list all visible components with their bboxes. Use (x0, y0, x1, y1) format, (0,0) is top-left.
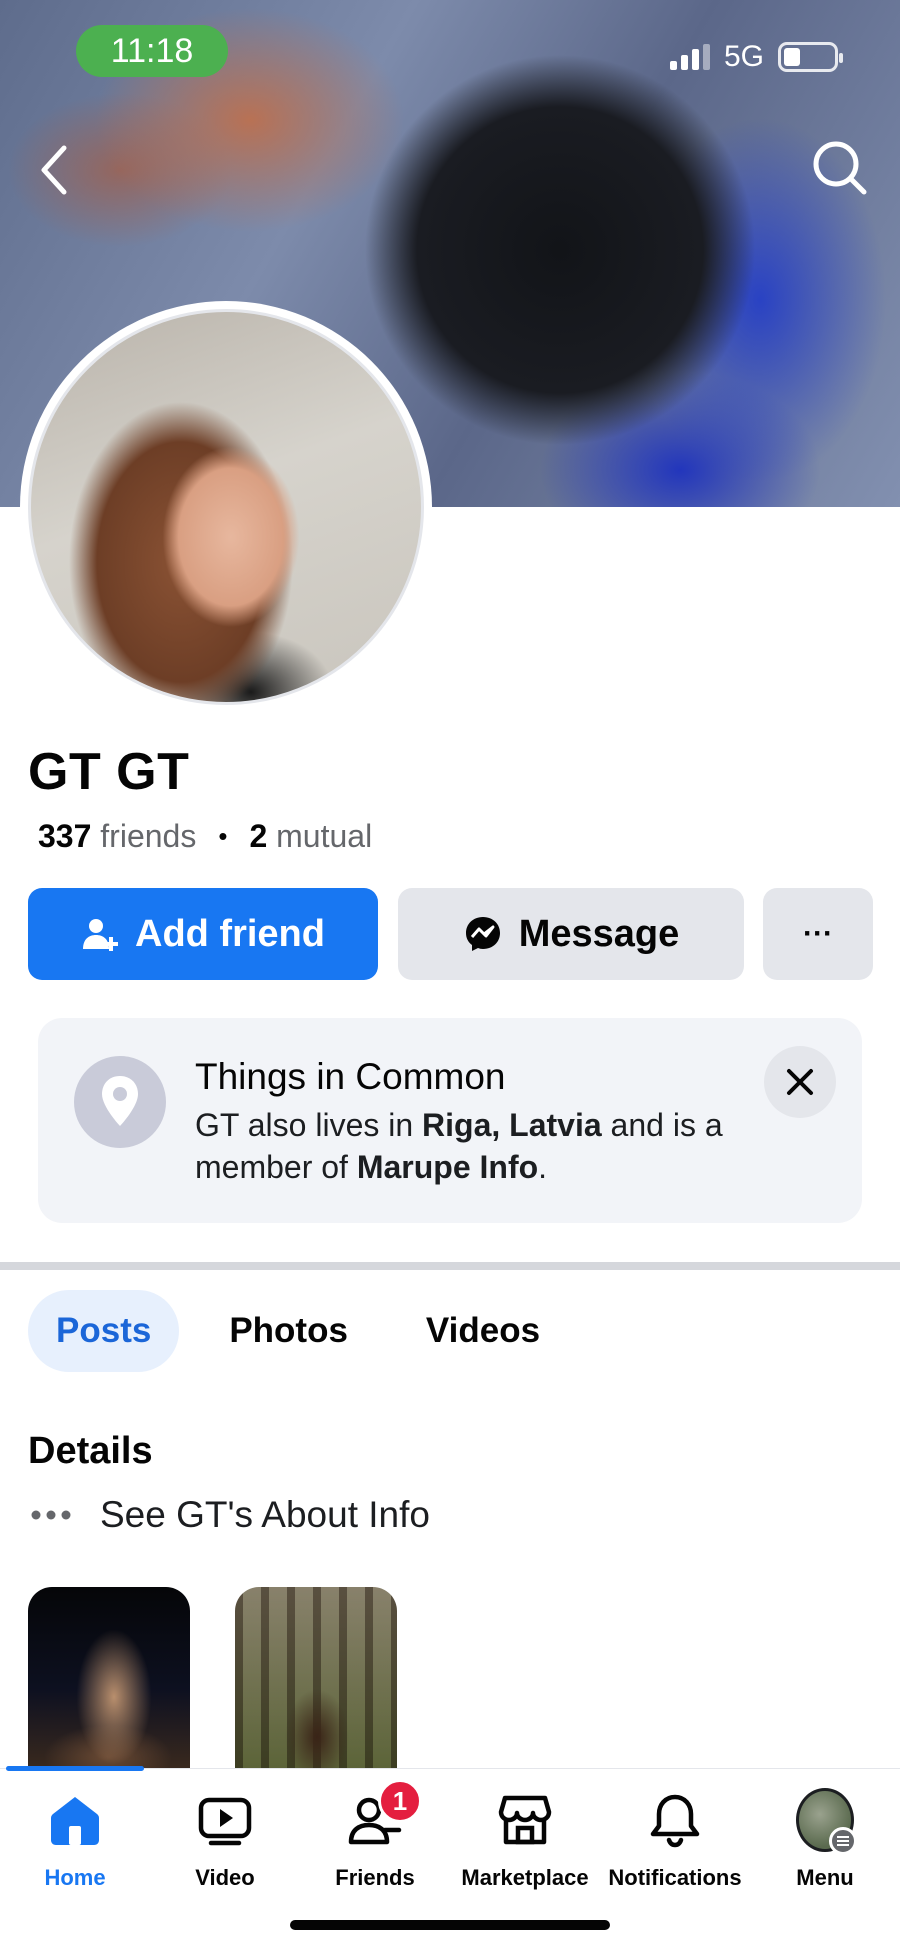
active-tab-indicator (6, 1766, 144, 1771)
message-label: Message (518, 912, 680, 955)
nav-home[interactable]: Home (0, 1791, 150, 1891)
location-pin-icon (74, 1056, 166, 1148)
common-title: Things in Common (195, 1056, 506, 1097)
nav-notifications[interactable]: Notifications (600, 1791, 750, 1891)
more-options-button[interactable]: ··· (763, 888, 873, 980)
messenger-icon (465, 917, 500, 951)
friends-icon: 1 (346, 1779, 422, 1849)
nav-marketplace-label: Marketplace (461, 1865, 589, 1890)
common-place: Riga, Latvia (422, 1107, 602, 1143)
user-avatar (796, 1788, 857, 1855)
separator-dot: • (218, 821, 228, 851)
friends-badge: 1 (378, 1779, 422, 1823)
about-info-label: See GT's About Info (100, 1494, 430, 1535)
tab-posts[interactable]: Posts (28, 1290, 180, 1372)
nav-menu[interactable]: Menu (750, 1788, 900, 1891)
add-person-icon (83, 919, 118, 951)
common-text-1: GT also lives in (195, 1107, 423, 1143)
profile-photo (28, 309, 424, 705)
section-divider (0, 1262, 900, 1270)
nav-notifications-label: Notifications (608, 1865, 742, 1890)
details-heading: Details (28, 1430, 153, 1472)
signal-icon (669, 44, 710, 70)
menu-avatar-icon (796, 1788, 857, 1855)
friends-summary[interactable]: 337 friends • 2 mutual (38, 818, 372, 855)
see-about-info-link[interactable]: See GT's About Info (30, 1494, 430, 1536)
more-horizontal-icon (31, 1510, 71, 1520)
battery-icon (778, 42, 843, 72)
video-icon (196, 1791, 254, 1849)
status-indicators: 5G (669, 40, 843, 74)
mutual-count: 2 (249, 818, 268, 854)
nav-marketplace[interactable]: Marketplace (450, 1791, 600, 1891)
home-indicator (290, 1920, 610, 1930)
mutual-label: mutual (276, 818, 373, 854)
common-description: GT also lives in Riga, Latvia and is a m… (195, 1104, 755, 1188)
dismiss-card-button[interactable] (764, 1046, 836, 1118)
profile-avatar[interactable] (20, 301, 432, 713)
tab-videos[interactable]: Videos (398, 1290, 568, 1372)
hamburger-icon (829, 1827, 857, 1855)
tab-photos[interactable]: Photos (201, 1290, 376, 1372)
back-arrow-icon[interactable] (34, 140, 74, 200)
status-time: 11:18 (76, 25, 228, 77)
profile-name: GT GT (28, 743, 190, 801)
more-dots-icon: ··· (803, 917, 833, 950)
things-in-common-card: Things in Common GT also lives in Riga, … (38, 1018, 862, 1223)
nav-friends-label: Friends (335, 1865, 415, 1890)
nav-home-label: Home (44, 1865, 106, 1890)
profile-tabs: Posts Photos Videos (28, 1290, 590, 1372)
add-friend-button[interactable]: Add friend (28, 888, 378, 980)
photo-thumbnail[interactable] (235, 1587, 397, 1772)
network-type: 5G (723, 40, 764, 73)
message-button[interactable]: Message (398, 888, 744, 980)
friends-label: friends (100, 818, 197, 854)
common-text-3: . (538, 1149, 548, 1185)
close-icon (787, 1069, 813, 1095)
add-friend-label: Add friend (135, 912, 325, 955)
friends-count: 337 (38, 818, 92, 854)
marketplace-icon (496, 1791, 554, 1849)
nav-video[interactable]: Video (150, 1791, 300, 1891)
search-icon[interactable] (810, 138, 870, 198)
nav-video-label: Video (195, 1865, 255, 1890)
photo-thumbnail[interactable] (28, 1587, 190, 1772)
common-group: Marupe Info (356, 1149, 539, 1185)
nav-friends[interactable]: 1 Friends (300, 1779, 450, 1891)
bell-icon (646, 1791, 704, 1849)
home-icon (46, 1791, 104, 1849)
nav-menu-label: Menu (796, 1865, 854, 1890)
